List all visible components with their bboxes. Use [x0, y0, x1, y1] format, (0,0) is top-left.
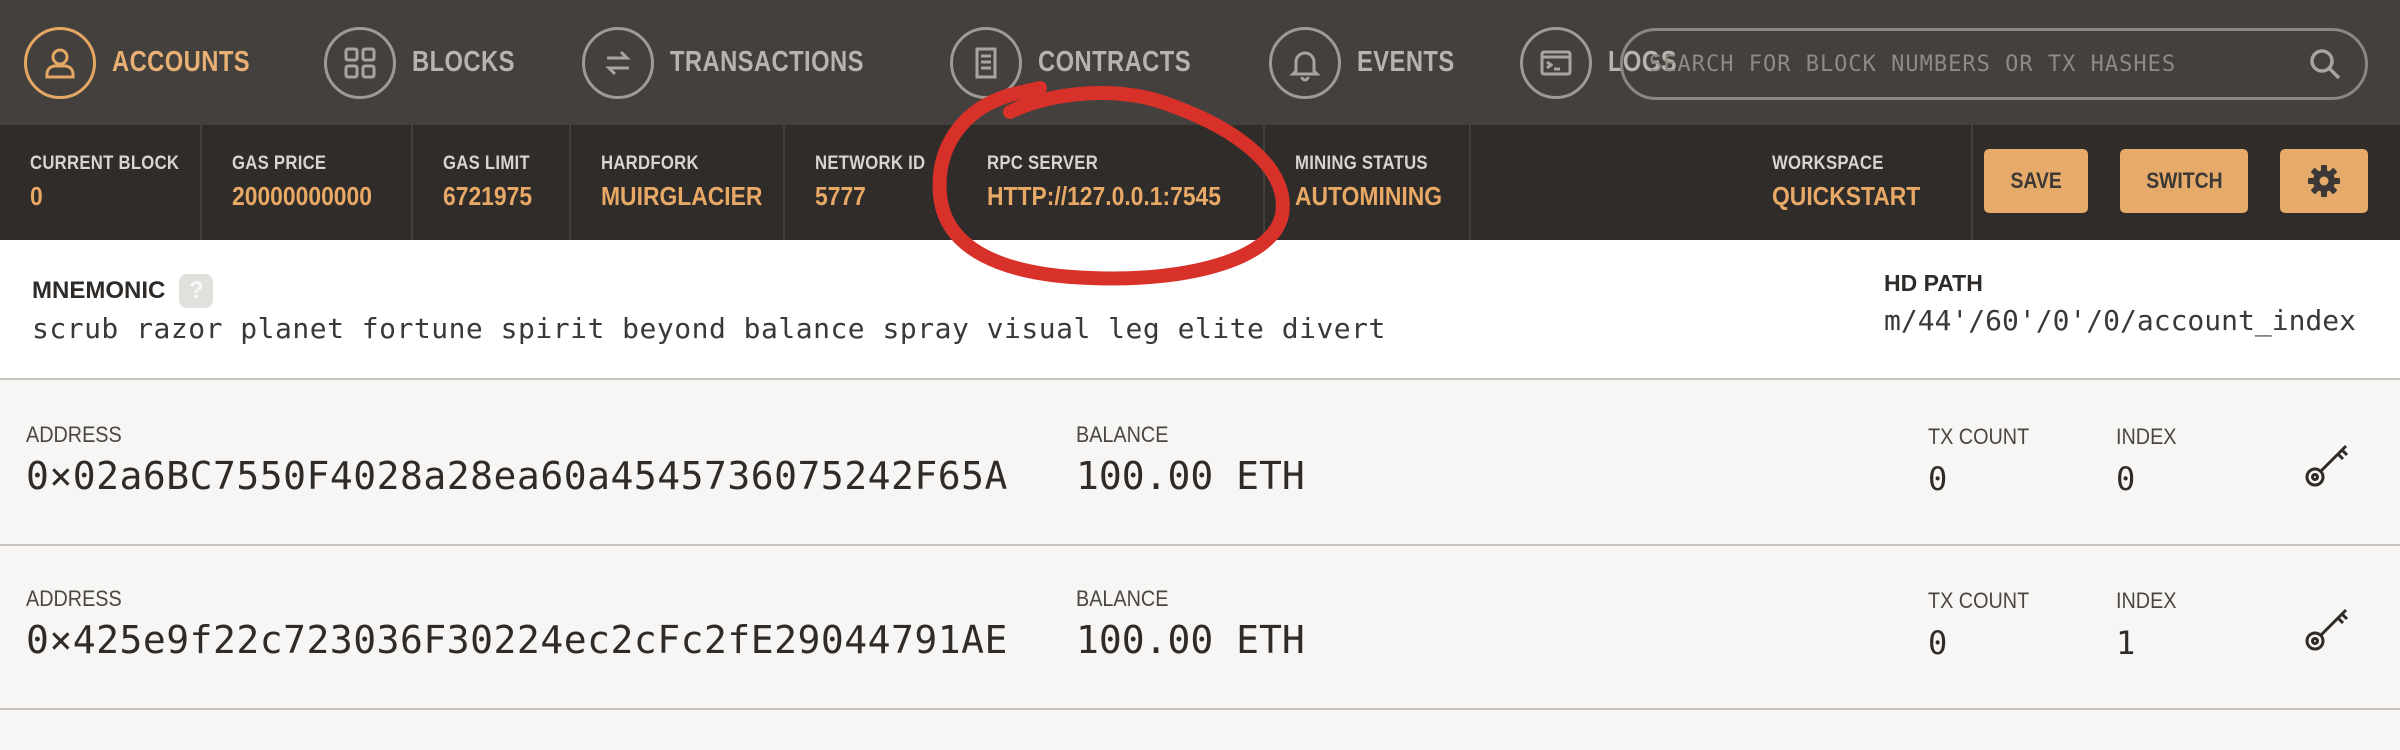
- stat-rpc-server: RPC SERVER HTTP://127.0.0.1:7545: [955, 125, 1265, 240]
- address-label: ADDRESS: [26, 586, 122, 611]
- tx-count-value: 0: [1928, 624, 1948, 662]
- address-value: 0×425e9f22c723036F30224ec2cFc2fE29044791…: [26, 618, 1008, 662]
- search-input[interactable]: [1649, 51, 2297, 77]
- bell-icon: [1268, 26, 1341, 99]
- stat-value: QUICKSTART: [1772, 181, 1921, 211]
- search-icon[interactable]: [2297, 36, 2353, 92]
- account-row: ADDRESS 0×425e9f22c723036F30224ec2cFc2fE…: [0, 546, 2400, 710]
- tx-count-label: TX COUNT: [1928, 588, 2030, 613]
- terminal-icon: [1519, 26, 1592, 99]
- nav-label: ACCOUNTS: [112, 46, 251, 78]
- mnemonic-words: scrub razor planet fortune spirit beyond…: [32, 312, 1386, 345]
- address-value: 0×02a6BC7550F4028a28ea60a4545736075242F6…: [26, 454, 1008, 498]
- gear-icon: [2308, 165, 2340, 197]
- settings-button[interactable]: [2280, 149, 2368, 213]
- stat-label: NETWORK ID: [815, 153, 926, 174]
- status-bar: CURRENT BLOCK 0 GAS PRICE 20000000000 GA…: [0, 125, 2400, 240]
- balance-value: 100.00 ETH: [1076, 454, 1305, 498]
- stat-gas-price: GAS PRICE 20000000000: [202, 125, 413, 240]
- balance-label: BALANCE: [1076, 586, 1169, 611]
- mnemonic-label: MNEMONIC: [32, 277, 166, 304]
- address-label: ADDRESS: [26, 422, 122, 447]
- help-icon[interactable]: ?: [179, 274, 214, 308]
- index-value: 0: [2116, 460, 2136, 498]
- stat-label: RPC SERVER: [987, 153, 1099, 174]
- key-icon[interactable]: [2300, 436, 2356, 492]
- mnemonic-panel: MNEMONIC ? scrub razor planet fortune sp…: [0, 240, 2400, 380]
- stat-current-block: CURRENT BLOCK 0: [0, 125, 202, 240]
- stat-network-id: NETWORK ID 5777: [785, 125, 955, 240]
- mnemonic-heading: MNEMONIC ?: [32, 274, 214, 308]
- nav-label: BLOCKS: [412, 46, 516, 78]
- stat-mining-status: MINING STATUS AUTOMINING: [1265, 125, 1471, 240]
- key-icon[interactable]: [2300, 600, 2356, 656]
- stat-value: 6721975: [443, 181, 533, 211]
- nav-label: CONTRACTS: [1038, 46, 1192, 78]
- switch-button[interactable]: SWITCH: [2120, 149, 2248, 213]
- nav-label: EVENTS: [1356, 46, 1455, 78]
- index-value: 1: [2116, 624, 2136, 662]
- stat-value: 5777: [815, 181, 866, 211]
- grid-icon: [324, 26, 397, 99]
- tx-count-label: TX COUNT: [1928, 424, 2030, 449]
- nav-label: TRANSACTIONS: [669, 46, 864, 78]
- stat-value: 20000000000: [232, 181, 372, 211]
- save-label: SAVE: [2010, 168, 2062, 193]
- hd-path-label: HD PATH: [1884, 270, 1983, 296]
- stat-value: HTTP://127.0.0.1:7545: [987, 181, 1222, 211]
- switch-label: SWITCH: [2145, 168, 2223, 193]
- nav-accounts[interactable]: ACCOUNTS: [24, 0, 280, 125]
- nav-transactions[interactable]: TRANSACTIONS: [581, 0, 906, 125]
- stat-hardfork: HARDFORK MUIRGLACIER: [571, 125, 785, 240]
- top-navigation: ACCOUNTS BLOCKS TRANSACTIONS CONTRACTS E…: [0, 0, 2400, 125]
- stat-value: AUTOMINING: [1295, 181, 1443, 211]
- tx-count-value: 0: [1928, 460, 1948, 498]
- balance-label: BALANCE: [1076, 422, 1169, 447]
- hd-path-value: m/44'/60'/0'/0/account_index: [1884, 304, 2357, 337]
- account-row: ADDRESS 0×02a6BC7550F4028a28ea60a4545736…: [0, 382, 2400, 546]
- stat-label: HARDFORK: [601, 153, 699, 174]
- stat-label: GAS PRICE: [232, 153, 327, 174]
- stat-label: GAS LIMIT: [443, 153, 530, 174]
- index-label: INDEX: [2116, 588, 2177, 613]
- user-icon: [24, 26, 96, 99]
- stat-label: CURRENT BLOCK: [30, 153, 180, 174]
- balance-value: 100.00 ETH: [1076, 618, 1305, 662]
- stat-label: MINING STATUS: [1295, 153, 1428, 174]
- stat-value: 0: [30, 181, 43, 211]
- stat-label: WORKSPACE: [1772, 153, 1884, 174]
- nav-events[interactable]: EVENTS: [1268, 0, 1476, 125]
- search-bar: [1620, 28, 2368, 100]
- nav-blocks[interactable]: BLOCKS: [324, 0, 537, 125]
- index-label: INDEX: [2116, 424, 2177, 449]
- save-button[interactable]: SAVE: [1984, 149, 2088, 213]
- arrows-swap-icon: [581, 26, 654, 99]
- nav-contracts[interactable]: CONTRACTS: [950, 0, 1225, 125]
- stat-value: MUIRGLACIER: [601, 181, 763, 211]
- stat-workspace: WORKSPACE QUICKSTART: [1742, 125, 1973, 240]
- stat-gas-limit: GAS LIMIT 6721975: [413, 125, 571, 240]
- document-icon: [950, 26, 1023, 99]
